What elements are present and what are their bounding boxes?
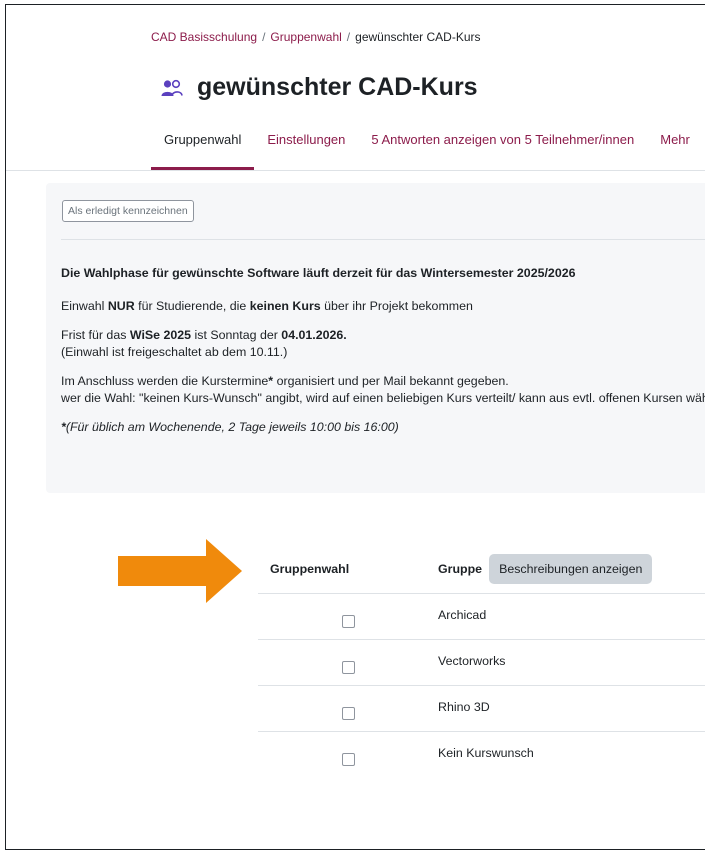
column-header-gruppe-label: Gruppe [438,562,483,576]
tab-mehr[interactable]: Mehr [647,120,703,170]
text: Im Anschluss werden die Kurstermine [61,374,269,388]
breadcrumb-current: gewünschter CAD-Kurs [355,30,481,44]
group-name: Kein Kurswunsch [438,746,534,760]
group-name: Vectorworks [438,654,506,668]
group-name: Rhino 3D [438,700,490,714]
tab-antworten[interactable]: 5 Antworten anzeigen von 5 Teilnehmer/in… [358,120,647,170]
table-row: Rhino 3D [258,686,705,732]
orange-arrow-annotation [118,539,242,603]
table-row: Archicad [258,594,705,640]
breadcrumb-separator: / [262,30,266,44]
intro-paragraph-1: Einwahl NUR für Studierende, die keinen … [61,298,705,315]
column-header-gruppe: Gruppe Beschreibungen anzeigen [438,554,653,584]
text: organisiert und per Mail bekannt gegeben… [273,374,509,388]
activity-description-panel: Als erledigt kennzeichnen Die Wahlphase … [46,183,705,493]
text: für Studierende, die [134,299,250,313]
checkbox-cell [258,594,438,639]
tab-gruppenwahl[interactable]: Gruppenwahl [151,120,255,170]
choice-table: Gruppenwahl Gruppe Beschreibungen anzeig… [258,545,705,777]
bold-text: WiSe 2025 [129,328,192,342]
breadcrumb: CAD Basisschulung / Gruppenwahl / gewünschte… [151,30,481,44]
text: (Einwahl ist freigeschaltet ab dem 10.11… [61,345,288,359]
text: (Für üblich am Wochenende, 2 Tage jeweil… [65,420,399,434]
text: wer die Wahl: "keinen Kurs-Wunsch" angib… [61,391,705,405]
group-checkbox-kein-kurswunsch[interactable] [341,753,355,766]
intro-heading: Die Wahlphase für gewünschte Software lä… [61,266,576,280]
screenshot-frame: CAD Basisschulung / Gruppenwahl / gewünschte… [5,4,705,850]
column-header-gruppenwahl: Gruppenwahl [270,562,350,576]
intro-paragraph-3: Im Anschluss werden die Kurstermine* org… [61,373,705,407]
table-row: Kein Kurswunsch [258,732,705,777]
page-header: gewünschter CAD-Kurs [161,73,478,102]
table-row: Vectorworks [258,640,705,686]
show-descriptions-button[interactable]: Beschreibungen anzeigen [489,554,653,584]
table-header: Gruppenwahl Gruppe Beschreibungen anzeig… [258,545,705,594]
bold-text: 04.01.2026. [281,328,347,342]
tabs-divider [6,170,705,171]
breadcrumb-separator: / [346,30,351,44]
group-checkbox-vectorworks[interactable] [341,661,355,674]
checkbox-cell [258,640,438,685]
group-checkbox-rhino[interactable] [341,707,355,720]
text: über ihr Projekt bekommen [320,299,473,313]
intro-text: Die Wahlphase für gewünschte Software lä… [61,265,705,448]
bold-text: NUR [107,299,135,313]
group-name: Archicad [438,608,487,622]
checkbox-cell [258,732,438,777]
intro-footnote: *(Für üblich am Wochenende, 2 Tage jewei… [61,419,705,436]
mark-as-done-button[interactable]: Als erledigt kennzeichnen [62,200,194,222]
intro-paragraph-2: Frist für das WiSe 2025 ist Sonntag der … [61,327,705,361]
breadcrumb-link-course[interactable]: CAD Basisschulung [151,30,257,44]
breadcrumb-link-gruppenwahl[interactable]: Gruppenwahl [270,30,341,44]
panel-divider [61,239,705,240]
tab-einstellungen[interactable]: Einstellungen [254,120,358,170]
bold-text: keinen Kurs [249,299,321,313]
page-title: gewünschter CAD-Kurs [197,73,478,101]
secondary-navigation: Gruppenwahl Einstellungen 5 Antworten an… [151,120,705,170]
checkbox-cell [258,686,438,731]
users-icon [161,79,183,96]
text: Einwahl [61,299,108,313]
text: ist Sonntag der [191,328,282,342]
group-checkbox-archicad[interactable] [341,615,355,628]
text: Frist für das [61,328,130,342]
